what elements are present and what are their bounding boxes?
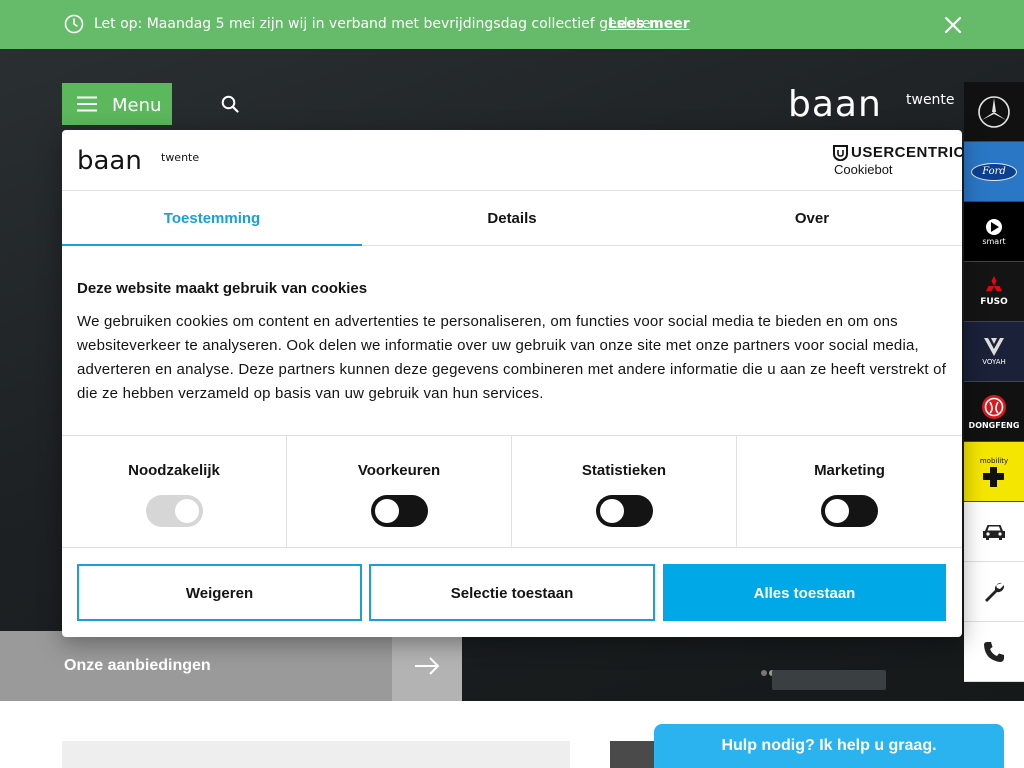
logo-wordmark: baan <box>788 84 882 125</box>
notification-banner: Let op: Maandag 5 mei zijn wij in verban… <box>0 0 1024 49</box>
voyah-logo-icon <box>984 338 1004 356</box>
car-icon <box>983 524 1005 540</box>
service-button[interactable] <box>964 562 1024 622</box>
ford-oval-icon: Ford <box>971 162 1017 181</box>
brand-caption: VOYAH <box>982 358 1006 366</box>
cars-button[interactable] <box>964 502 1024 562</box>
cookie-categories: Noodzakelijk Voorkeuren Statistieken Mar… <box>62 435 962 548</box>
brand-mercedes[interactable] <box>964 82 1024 142</box>
toggle-marketing[interactable] <box>821 495 878 527</box>
contact-button[interactable] <box>964 622 1024 682</box>
toggle-noodzakelijk <box>146 495 203 527</box>
banner-message: Let op: Maandag 5 mei zijn wij in verban… <box>94 16 660 32</box>
brand-caption: FUSO <box>980 297 1008 307</box>
brand-sidebar: Ford smart FUSO VOYAH DONGFENG mobility <box>964 82 1024 682</box>
mercedes-star-icon <box>978 95 1010 128</box>
provider-name: USERCENTRICS <box>851 144 962 161</box>
category-label: Marketing <box>814 462 885 479</box>
dialog-logo-subtitle: twente <box>161 151 200 164</box>
dialog-actions: Weigeren Selectie toestaan Alles toestaa… <box>62 549 962 637</box>
category-label: Noodzakelijk <box>128 462 220 479</box>
brand-dongfeng[interactable]: DONGFENG <box>964 382 1024 442</box>
offers-arrow-button[interactable] <box>392 631 462 701</box>
offers-link[interactable]: Onze aanbiedingen <box>0 631 392 701</box>
brand-caption: DONGFENG <box>968 420 1020 430</box>
toggle-voorkeuren[interactable] <box>371 495 428 527</box>
category-label: Voorkeuren <box>357 462 441 479</box>
plus-icon <box>983 466 1004 487</box>
dongfeng-logo-icon <box>982 394 1006 419</box>
brand-ford[interactable]: Ford <box>964 142 1024 202</box>
brand-caption: smart <box>982 236 1006 246</box>
deny-button[interactable]: Weigeren <box>77 564 362 621</box>
toggle-statistieken[interactable] <box>596 495 653 527</box>
allow-all-button[interactable]: Alles toestaan <box>663 564 946 621</box>
clock-icon <box>64 14 84 34</box>
smart-logo-icon <box>986 218 1002 235</box>
category-statistieken: Statistieken <box>512 436 737 548</box>
menu-button[interactable]: Menu <box>62 83 172 125</box>
arrow-right-icon <box>415 657 440 675</box>
brand-voyah[interactable]: VOYAH <box>964 322 1024 382</box>
tab-toestemming[interactable]: Toestemming <box>62 191 362 246</box>
brand-caption: mobility <box>979 456 1009 465</box>
wrench-icon <box>985 582 1005 602</box>
hero-thumbnail <box>772 670 886 690</box>
offers-label: Onze aanbiedingen <box>64 657 211 674</box>
hamburger-icon <box>77 96 97 112</box>
search-icon[interactable] <box>221 95 239 113</box>
provider-product: Cookiebot <box>834 162 893 177</box>
brand-fuso[interactable]: FUSO <box>964 262 1024 322</box>
brand-mobility-plus[interactable]: mobility <box>964 442 1024 502</box>
cookie-dialog: baan twente USERCENTRICS Cookiebot Toest… <box>62 130 962 637</box>
allow-selection-button[interactable]: Selectie toestaan <box>369 564 655 621</box>
close-icon[interactable] <box>944 16 962 34</box>
tab-over[interactable]: Over <box>662 191 962 246</box>
dialog-logo-wordmark: baan <box>77 146 142 176</box>
tab-details[interactable]: Details <box>362 191 662 246</box>
category-marketing: Marketing <box>737 436 962 548</box>
category-label: Statistieken <box>581 462 667 479</box>
content-card <box>62 741 570 768</box>
dialog-description: We gebruiken cookies om content en adver… <box>77 313 947 402</box>
category-noodzakelijk: Noodzakelijk <box>62 436 287 548</box>
brand-smart[interactable]: smart <box>964 202 1024 262</box>
dialog-header: baan twente USERCENTRICS Cookiebot <box>62 130 962 191</box>
dialog-title: Deze website maakt gebruik van cookies <box>77 280 368 297</box>
help-chat-button[interactable]: Hulp nodig? Ik help u graag. <box>654 724 1004 768</box>
logo-subtitle: twente <box>906 92 955 108</box>
shield-icon <box>833 145 848 161</box>
mitsubishi-diamonds-icon <box>986 276 1002 291</box>
dialog-tabs: Toestemming Details Over <box>62 191 962 246</box>
menu-label: Menu <box>112 95 162 116</box>
help-label: Hulp nodig? Ik help u graag. <box>721 737 937 754</box>
banner-read-more-link[interactable]: Lees meer <box>608 16 690 32</box>
category-voorkeuren: Voorkeuren <box>287 436 512 548</box>
phone-icon <box>984 641 1004 662</box>
